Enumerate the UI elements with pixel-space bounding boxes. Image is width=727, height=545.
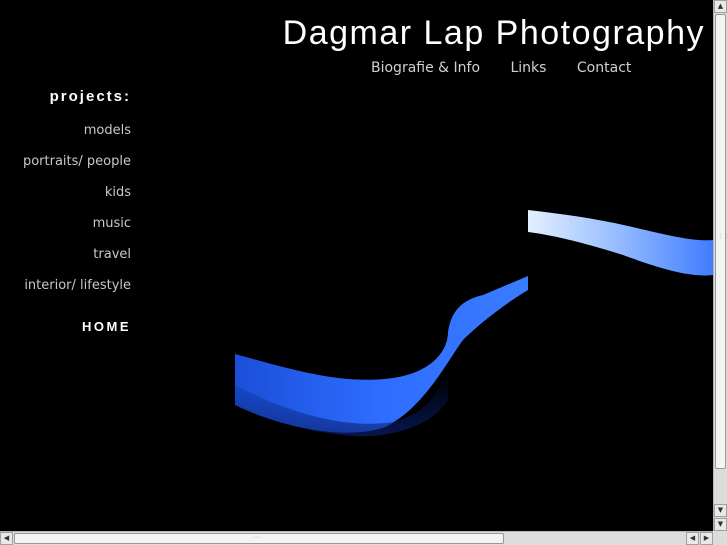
site-title: Dagmar Lap Photography bbox=[282, 14, 705, 52]
hero-photo bbox=[235, 210, 713, 437]
nav-contact[interactable]: Contact bbox=[577, 60, 631, 76]
nav-links[interactable]: Links bbox=[510, 60, 546, 76]
sidebar-item-models[interactable]: models bbox=[0, 123, 131, 154]
scroll-left-button-right[interactable]: ◀ bbox=[686, 532, 699, 545]
sidebar-item-travel[interactable]: travel bbox=[0, 247, 131, 278]
sidebar-item-interior-lifestyle[interactable]: interior/ lifestyle bbox=[0, 278, 131, 309]
page-viewport: Dagmar Lap Photography Biografie & Info … bbox=[0, 0, 713, 531]
scrollbar-corner bbox=[713, 531, 727, 545]
horizontal-scrollbar[interactable]: ◀ ⋯ ◀ ▶ bbox=[0, 531, 713, 545]
scroll-down-button[interactable]: ▼ bbox=[714, 518, 727, 531]
vertical-scroll-thumb[interactable]: ⋮⋮ bbox=[715, 14, 727, 469]
nav-biografie-info[interactable]: Biografie & Info bbox=[371, 60, 480, 76]
scroll-up-button[interactable]: ▲ bbox=[714, 0, 727, 13]
vertical-grip-icon: ⋮⋮ bbox=[718, 233, 727, 240]
horizontal-scroll-thumb[interactable]: ⋯ bbox=[14, 533, 504, 544]
top-navigation: Biografie & Info Links Contact bbox=[371, 60, 631, 76]
scroll-right-button[interactable]: ▶ bbox=[700, 532, 713, 545]
sidebar-item-music[interactable]: music bbox=[0, 216, 131, 247]
home-link[interactable]: HOME bbox=[0, 319, 131, 334]
sidebar-item-kids[interactable]: kids bbox=[0, 185, 131, 216]
horizontal-grip-icon: ⋯ bbox=[253, 534, 259, 541]
vertical-scrollbar[interactable]: ▲ ⋮⋮ ▼ ▼ bbox=[713, 0, 727, 531]
project-list: models portraits/ people kids music trav… bbox=[0, 123, 131, 309]
scroll-down-button-upper[interactable]: ▼ bbox=[714, 504, 727, 517]
projects-heading: projects: bbox=[49, 88, 131, 105]
sidebar: projects: models portraits/ people kids … bbox=[0, 88, 131, 334]
scroll-left-button[interactable]: ◀ bbox=[0, 532, 13, 545]
sidebar-item-portraits-people[interactable]: portraits/ people bbox=[0, 154, 131, 185]
blue-ribbon-upper bbox=[528, 210, 713, 276]
